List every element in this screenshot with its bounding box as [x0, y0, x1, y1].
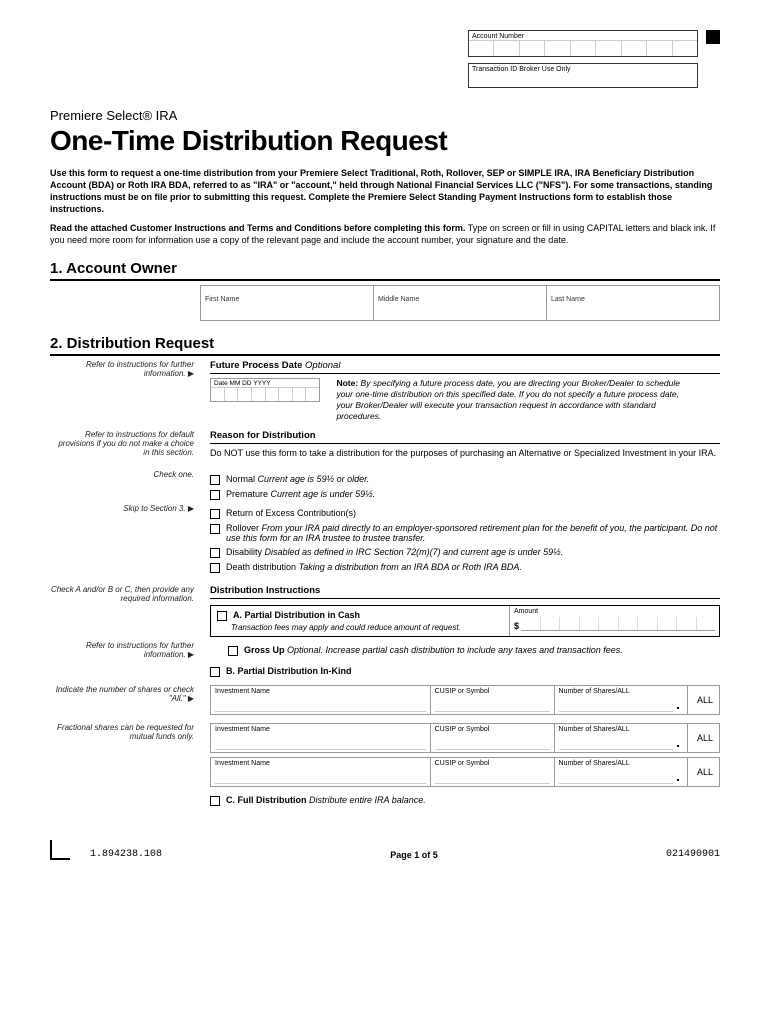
- hint-refer-instructions: Refer to instructions for further inform…: [50, 641, 200, 681]
- all-checkbox-2[interactable]: ALL: [688, 724, 719, 752]
- dollar-icon: $: [514, 621, 519, 631]
- dist-instructions-heading: Distribution Instructions: [210, 585, 720, 599]
- checkbox-icon[interactable]: [210, 490, 220, 500]
- partial-cash-box: A. Partial Distribution in Cash Transact…: [210, 605, 720, 637]
- cusip-field[interactable]: CUSIP or Symbol: [431, 686, 555, 714]
- option-a-partial-cash[interactable]: A. Partial Distribution in Cash: [217, 610, 503, 621]
- inkind-row-2: Investment Name CUSIP or Symbol Number o…: [210, 723, 720, 753]
- inkind-row-1: Investment Name CUSIP or Symbol Number o…: [210, 685, 720, 715]
- all-checkbox-3[interactable]: ALL: [688, 758, 719, 786]
- shares-field[interactable]: Number of Shares/ALL.: [555, 686, 688, 714]
- reason-heading: Reason for Distribution: [210, 430, 720, 444]
- last-name-field[interactable]: Last Name: [547, 286, 719, 320]
- hint-future-process: Refer to instructions for further inform…: [50, 360, 200, 422]
- shares-field[interactable]: Number of Shares/ALL.: [555, 724, 688, 752]
- form-code-right: 021490901: [666, 849, 720, 860]
- investment-name-field[interactable]: Investment Name: [211, 758, 431, 786]
- middle-name-field[interactable]: Middle Name: [374, 286, 547, 320]
- pretitle: Premiere Select® IRA: [50, 108, 720, 123]
- cusip-field[interactable]: CUSIP or Symbol: [431, 758, 555, 786]
- hint-check-one: Check one.: [50, 470, 200, 504]
- account-number-label: Account Number: [469, 31, 697, 40]
- page-number: Page 1 of 5: [390, 850, 438, 860]
- checkbox-icon[interactable]: [217, 611, 227, 621]
- checkbox-icon[interactable]: [210, 524, 220, 534]
- account-number-field[interactable]: Account Number: [468, 30, 698, 57]
- option-c-full[interactable]: C. Full Distribution Distribute entire I…: [210, 795, 720, 806]
- future-process-date-field[interactable]: Date MM DD YYYY: [210, 378, 320, 402]
- reason-warning: Do NOT use this form to take a distribut…: [210, 448, 720, 458]
- amount-field[interactable]: Amount $: [509, 606, 719, 636]
- page-footer: 1.894238.108 Page 1 of 5 021490901: [50, 840, 720, 860]
- checkbox-icon[interactable]: [210, 667, 220, 677]
- intro-p1: Use this form to request a one-time dist…: [50, 167, 720, 216]
- reason-normal[interactable]: Normal Current age is 59½ or older.: [210, 474, 720, 485]
- checkbox-icon[interactable]: [210, 509, 220, 519]
- hint-skip-section3: Skip to Section 3. ▶: [50, 504, 200, 577]
- checkbox-icon[interactable]: [210, 563, 220, 573]
- transaction-id-label: Transaction ID Broker Use Only: [469, 64, 697, 73]
- hint-check-abc: Check A and/or B or C, then provide any …: [50, 585, 200, 637]
- checkbox-icon[interactable]: [210, 548, 220, 558]
- option-b-inkind[interactable]: B. Partial Distribution In-Kind: [210, 666, 720, 677]
- future-process-heading: Future Process Date Optional: [210, 360, 720, 374]
- form-code-left: 1.894238.108: [90, 849, 162, 860]
- page-title: One-Time Distribution Request: [50, 125, 720, 157]
- hint-indicate-shares: Indicate the number of shares or check "…: [50, 685, 200, 719]
- hint-reason-default: Refer to instructions for default provis…: [50, 430, 200, 466]
- checkbox-icon[interactable]: [210, 475, 220, 485]
- intro-p2: Read the attached Customer Instructions …: [50, 222, 720, 246]
- shares-field[interactable]: Number of Shares/ALL.: [555, 758, 688, 786]
- transaction-id-field: Transaction ID Broker Use Only: [468, 63, 698, 88]
- reason-rollover[interactable]: Rollover From your IRA paid directly to …: [210, 523, 720, 543]
- cusip-field[interactable]: CUSIP or Symbol: [431, 724, 555, 752]
- inkind-row-3: Investment Name CUSIP or Symbol Number o…: [210, 757, 720, 787]
- checkbox-icon[interactable]: [210, 796, 220, 806]
- reason-disability[interactable]: Disability Disabled as defined in IRC Se…: [210, 547, 720, 558]
- reason-return-excess[interactable]: Return of Excess Contribution(s): [210, 508, 720, 519]
- partial-cash-sub: Transaction fees may apply and could red…: [217, 623, 503, 632]
- first-name-field[interactable]: First Name: [201, 286, 374, 320]
- checkbox-icon[interactable]: [228, 646, 238, 656]
- all-checkbox-1[interactable]: ALL: [688, 686, 719, 714]
- alignment-marker-icon: [706, 30, 720, 44]
- investment-name-field[interactable]: Investment Name: [211, 686, 431, 714]
- account-owner-name-row: First Name Middle Name Last Name: [200, 285, 720, 321]
- reason-premature[interactable]: Premature Current age is under 59½.: [210, 489, 720, 500]
- section-1-heading: 1. Account Owner: [50, 260, 720, 281]
- investment-name-field[interactable]: Investment Name: [211, 724, 431, 752]
- crop-mark-icon: [50, 840, 70, 860]
- section-2-heading: 2. Distribution Request: [50, 335, 720, 356]
- option-gross-up[interactable]: Gross Up Optional. Increase partial cash…: [228, 645, 720, 656]
- header-account-boxes: Account Number Transaction ID Broker Use…: [50, 30, 720, 88]
- reason-death[interactable]: Death distribution Taking a distribution…: [210, 562, 720, 573]
- hint-fractional-shares: Fractional shares can be requested for m…: [50, 723, 200, 810]
- future-process-note: Note: By specifying a future process dat…: [336, 378, 696, 422]
- intro-text: Use this form to request a one-time dist…: [50, 167, 720, 246]
